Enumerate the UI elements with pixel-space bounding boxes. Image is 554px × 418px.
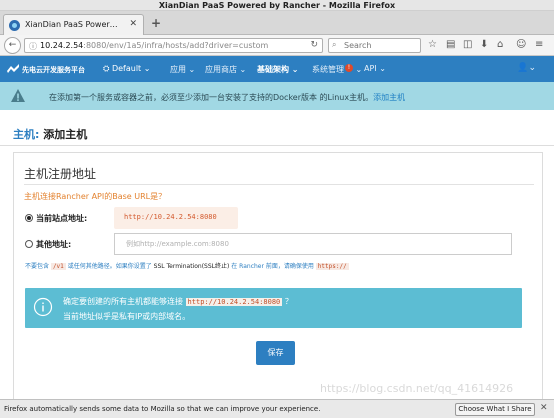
notification-text: Firefox automatically sends some data to…	[4, 405, 321, 413]
registration-card: 主机注册地址 主机连接Rancher API的Base URL是？ 当前站点地址…	[13, 152, 543, 402]
info-circle-icon	[33, 297, 53, 317]
title-divider	[0, 145, 554, 146]
close-icon[interactable]: ✕	[540, 403, 548, 413]
environment-switcher[interactable]: ⛭ Default ⌄	[103, 64, 150, 74]
browser-tab[interactable]: XianDian PaaS Power… ✕	[3, 14, 144, 35]
help-text: 不要包含 /v1 或任何其他路径。如果你设置了 SSL Termination(…	[25, 263, 349, 270]
notification-bar: Firefox automatically sends some data to…	[0, 399, 554, 418]
url-bar[interactable]: ⓘ 10.24.2.54:8080/env/1a5/infra/hosts/ad…	[24, 38, 323, 53]
warning-banner: 在添加第一个服务或容器之前，必须至少添加一台安装了支持的Docker版本 的Li…	[0, 82, 554, 110]
menu-icon[interactable]: ≡	[535, 39, 543, 51]
section-heading: 主机注册地址	[24, 167, 97, 181]
environment-icon: ⛭	[103, 64, 110, 73]
current-site-radio[interactable]	[25, 214, 33, 222]
nav-toolbar: ← ⓘ 10.24.2.54:8080/env/1a5/infra/hosts/…	[0, 35, 554, 56]
url-host: 10.24.2.54	[40, 41, 84, 50]
app-header: 先电云开发服务平台 ⛭ Default ⌄ 应用 ⌄ 应用商店 ⌄ 基础架构 ⌄…	[0, 56, 554, 82]
chevron-down-icon: ⌄	[355, 65, 363, 74]
url-text: 10.24.2.54:8080/env/1a5/infra/hosts/add?…	[40, 41, 268, 50]
save-button[interactable]: 保存	[256, 341, 295, 365]
warning-text: 在添加第一个服务或容器之前，必须至少添加一台安装了支持的Docker版本 的Li…	[49, 93, 374, 102]
reload-icon[interactable]: ↻	[310, 40, 318, 50]
choose-what-i-share-button[interactable]: Choose What I Share	[455, 403, 535, 416]
add-host-link[interactable]: 添加主机	[373, 93, 405, 102]
brand-name: 先电云开发服务平台	[22, 66, 85, 74]
pocket-icon[interactable]: ◫	[463, 39, 472, 51]
warning-icon	[11, 89, 25, 102]
nav-item-catalog[interactable]: 应用商店 ⌄	[205, 64, 246, 75]
page-title: 主机: 添加主机	[13, 126, 87, 142]
search-input[interactable]	[344, 40, 418, 51]
new-tab-button[interactable]: +	[151, 16, 161, 30]
search-bar[interactable]: ⌕	[328, 38, 421, 53]
code-v1: /v1	[50, 263, 66, 270]
current-site-url-text: http://10.24.2.54:8080	[124, 213, 217, 221]
url-path: :8080/env/1a5/infra/hosts/add?driver=cus…	[83, 41, 269, 50]
alert-badge: !	[345, 64, 353, 72]
confirm-note: 当前地址似乎是私有IP或内部域名。	[63, 312, 191, 321]
page-title-prefix: 主机:	[13, 128, 40, 141]
reader-list-icon[interactable]: ▤	[446, 39, 455, 51]
chevron-down-icon: ⌄	[291, 65, 299, 74]
page-title-text: 添加主机	[43, 128, 88, 141]
section-divider	[24, 184, 534, 185]
nav-item-api[interactable]: API ⌄	[364, 64, 386, 73]
nav-item-apps[interactable]: 应用 ⌄	[170, 64, 195, 75]
ssl-termination-text: SSL Termination(SSL终止)	[153, 263, 230, 270]
back-arrow-icon: ←	[8, 40, 17, 50]
watermark: https://blog.csdn.net/qq_41614926	[320, 382, 514, 395]
tab-close-icon[interactable]: ✕	[129, 19, 137, 29]
chevron-down-icon: ⌄	[379, 64, 386, 73]
bookmark-star-icon[interactable]: ☆	[428, 39, 437, 51]
tab-title: XianDian PaaS Power…	[25, 20, 118, 29]
other-address-radio[interactable]	[25, 240, 33, 248]
info-icon: ⓘ	[29, 42, 37, 51]
logo-icon	[7, 64, 19, 73]
chevron-down-icon: ⌄	[239, 65, 247, 74]
favicon-icon	[9, 20, 20, 31]
other-address-input[interactable]	[114, 233, 512, 255]
back-button[interactable]: ←	[4, 37, 21, 54]
chevron-down-icon: ⌄	[188, 65, 196, 74]
confirm-info-box: 确定要创建的所有主机都能够连接 http://10.24.2.54:8080 ？…	[25, 288, 522, 328]
tab-strip: XianDian PaaS Power… ✕ +	[0, 11, 554, 35]
warning-message: 在添加第一个服务或容器之前，必须至少添加一台安装了支持的Docker版本 的Li…	[49, 92, 405, 103]
other-address-label[interactable]: 其他地址:	[36, 239, 71, 250]
sync-icon[interactable]: ☺	[516, 39, 526, 51]
confirm-url: http://10.24.2.54:8080	[185, 298, 283, 306]
nav-item-infrastructure[interactable]: 基础架构 ⌄	[257, 64, 299, 75]
download-icon[interactable]: ⬇	[480, 39, 488, 51]
search-icon: ⌕	[332, 40, 337, 49]
window-title: XianDian PaaS Powered by Rancher - Mozil…	[0, 0, 554, 11]
base-url-question: 主机连接Rancher API的Base URL是？	[24, 192, 167, 201]
chevron-down-icon: ⌄	[143, 64, 151, 73]
environment-label: Default	[111, 64, 142, 73]
home-icon[interactable]: ⌂	[497, 39, 503, 51]
code-https: https://	[315, 263, 349, 270]
current-site-label[interactable]: 当前站点地址:	[36, 213, 87, 224]
nav-item-admin[interactable]: 系统管理! ⌄	[312, 64, 362, 75]
confirm-message: 确定要创建的所有主机都能够连接 http://10.24.2.54:8080 ？	[63, 297, 293, 306]
current-site-url: http://10.24.2.54:8080	[114, 207, 238, 229]
user-menu-icon[interactable]: 👤⌄	[517, 63, 536, 73]
